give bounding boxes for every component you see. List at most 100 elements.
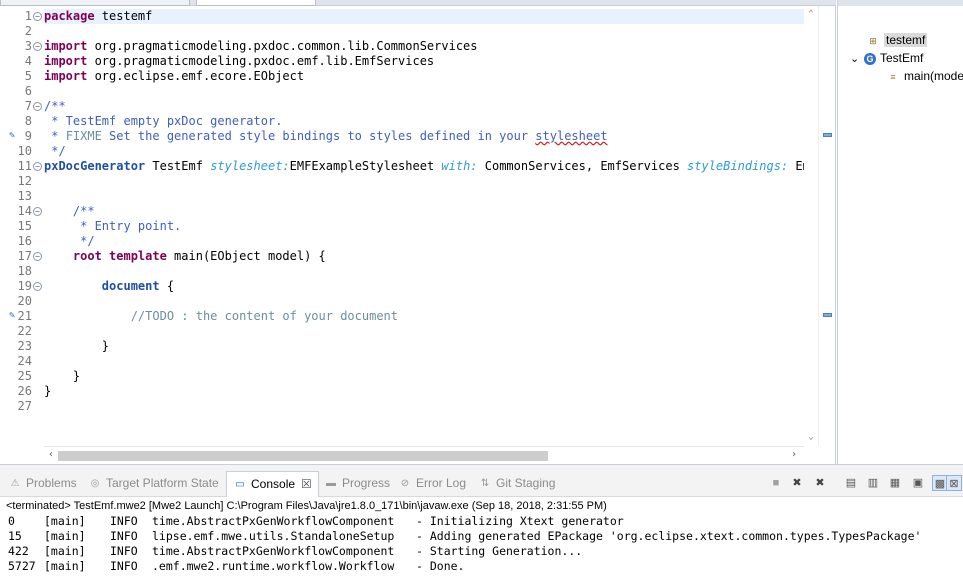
outline-item[interactable]: ⊞ testemf — [866, 32, 928, 48]
tab-problems[interactable]: ⚠ Problems — [8, 473, 77, 493]
fold-toggle-icon[interactable]: − — [33, 252, 42, 261]
console-thread: [main] — [44, 544, 86, 558]
tab-label: Console — [251, 477, 296, 491]
console-thread: [main] — [44, 514, 86, 528]
code-editor[interactable]: 1−2 3−4 5 6 7−8 9 ✎ 10 11−12 13 14−15 16 17−18 19−20 2… — [0, 6, 836, 464]
scroll-right-icon[interactable]: › — [788, 449, 800, 461]
console-thread: [main] — [44, 529, 86, 543]
tab-console[interactable]: ▭ Console ☒ — [226, 471, 319, 497]
code-line[interactable]: */ — [44, 234, 94, 249]
console-line-number: 5727 — [8, 559, 36, 573]
code-line[interactable]: } — [44, 384, 51, 399]
chevron-down-icon[interactable]: ⌄ — [850, 51, 864, 67]
task-marker[interactable] — [823, 133, 832, 137]
code-token: * TestEmf empty pxDoc generator. — [44, 114, 283, 128]
line-gutter: 10 — [0, 144, 44, 159]
outline-item[interactable]: ⌄ G TestEmf — [850, 50, 923, 66]
scroll-left-icon[interactable]: ‹ — [45, 449, 57, 461]
clear-console-icon[interactable]: ▤ — [843, 475, 859, 491]
template-icon: ≡ — [890, 71, 896, 82]
console-line[interactable]: 0 [main] INFO time.AbstractPxGenWorkflowCom… — [8, 514, 624, 529]
line-gutter: 24 — [0, 354, 44, 369]
fold-toggle-icon[interactable]: − — [33, 102, 42, 111]
tab-target-platform-state[interactable]: ◎ Target Platform State — [88, 473, 219, 493]
code-token: //TODO : the content of your document — [44, 309, 399, 323]
code-line[interactable]: pxDocGenerator TestEmf stylesheet:EMFExa… — [44, 159, 804, 174]
console-message: - Initializing Xtext generator — [416, 514, 624, 528]
line-gutter: 18 — [0, 264, 44, 279]
console-line[interactable]: 5727 [main] INFO .emf.mwe2.runtime.workflow… — [8, 559, 464, 574]
outline-item-label: TestEmf — [880, 51, 924, 65]
code-line[interactable]: } — [44, 369, 80, 384]
remove-all-terminated-icon[interactable]: ✖ — [812, 475, 828, 491]
tab-error-log[interactable]: ⊘ Error Log — [398, 473, 466, 493]
outline-item-label: main(mode — [904, 69, 963, 83]
code-line[interactable]: /** — [44, 204, 95, 219]
word-wrap-icon[interactable]: ▦ — [887, 475, 903, 491]
task-marker-icon[interactable]: ✎ — [6, 310, 18, 322]
line-gutter: 13 — [0, 189, 44, 204]
code-line[interactable]: document { — [44, 279, 174, 294]
code-line[interactable]: //TODO : the content of your document — [44, 309, 398, 324]
code-line[interactable]: import org.eclipse.emf.ecore.EObject — [44, 69, 304, 84]
task-marker[interactable] — [823, 313, 832, 317]
fold-toggle-icon[interactable]: − — [33, 12, 42, 21]
editor-vertical-scrollbar[interactable]: ⌃ ⌄ — [804, 6, 818, 446]
line-gutter: 8 — [0, 114, 44, 129]
tab-git-staging[interactable]: ⇅ Git Staging — [478, 473, 556, 493]
fold-toggle-icon[interactable]: − — [33, 42, 42, 51]
scroll-lock-icon[interactable]: ▥ — [865, 475, 881, 491]
console-terminated-label: <terminated> TestEmf.mwe2 [Mwe2 Launch] … — [6, 500, 607, 512]
open-console-icon[interactable]: ⊠ — [946, 475, 962, 491]
remove-launch-icon[interactable]: ✖ — [789, 475, 805, 491]
code-line[interactable]: * FIXME Set the generated style bindings… — [44, 129, 607, 144]
line-number: 22 — [17, 324, 32, 338]
code-line[interactable]: package testemf — [44, 9, 804, 24]
code-line[interactable]: */ — [44, 144, 65, 159]
line-gutter: 16 — [0, 234, 44, 249]
code-token: Set the generated style bindings to styl… — [101, 129, 536, 143]
code-token: { — [159, 279, 175, 293]
fold-toggle-icon[interactable]: − — [33, 282, 42, 291]
task-marker-icon[interactable]: ✎ — [6, 130, 18, 142]
tab-progress[interactable]: ▬ Progress — [324, 473, 390, 493]
editor-horizontal-scrollbar[interactable]: ‹ › — [44, 446, 804, 463]
overview-ruler[interactable] — [818, 6, 835, 446]
horizontal-scroll-thumb[interactable] — [58, 451, 548, 461]
pin-console-icon[interactable]: ▣ — [910, 475, 926, 491]
code-token: root template — [72, 249, 167, 263]
line-number-ruler: 1−2 3−4 5 6 7−8 9 ✎ 10 11−12 13 14−15 16 17−18 19−20 2… — [0, 6, 44, 446]
line-gutter: 4 — [0, 54, 44, 69]
console-line[interactable]: 15 [main] INFO lipse.emf.mwe.utils.Standalo… — [8, 529, 921, 544]
code-token: import — [44, 69, 88, 83]
code-token: org.pragmaticmodeling.pxdoc.emf.lib.EmfS… — [87, 54, 435, 68]
line-number: 6 — [24, 84, 32, 98]
code-line[interactable]: root template main(EObject model) { — [44, 249, 326, 264]
line-number: 14 — [17, 204, 32, 218]
code-token: FIXME — [65, 129, 102, 143]
code-line[interactable]: * Entry point. — [44, 219, 181, 234]
line-gutter: 7− — [0, 99, 44, 114]
code-line[interactable]: import org.pragmaticmodeling.pxdoc.emf.l… — [44, 54, 434, 69]
code-line[interactable]: import org.pragmaticmodeling.pxdoc.commo… — [44, 39, 478, 54]
console-line[interactable]: 422 [main] INFO time.AbstractPxGenWorkflowC… — [8, 544, 582, 559]
code-token: testemf — [94, 9, 153, 23]
code-line[interactable]: * TestEmf empty pxDoc generator. — [44, 114, 282, 129]
line-number: 23 — [17, 339, 32, 353]
line-number: 11 — [17, 159, 32, 173]
fold-toggle-icon[interactable]: − — [33, 207, 42, 216]
console-level: INFO — [110, 544, 138, 558]
target-platform-icon: ◎ — [90, 477, 100, 489]
code-line[interactable]: /** — [44, 99, 66, 114]
outline-item[interactable]: ≡ main(mode — [886, 68, 963, 84]
scroll-down-icon[interactable]: ⌄ — [805, 431, 817, 443]
generator-class-icon: G — [864, 52, 876, 65]
line-number: 7 — [24, 99, 32, 113]
fold-toggle-icon[interactable]: − — [33, 162, 42, 171]
code-line[interactable]: } — [44, 339, 109, 354]
console-thread: [main] — [44, 559, 86, 573]
close-icon[interactable]: ☒ — [301, 477, 312, 491]
scroll-up-icon[interactable]: ⌃ — [805, 8, 817, 20]
code-area[interactable]: package testemf import org.pragmaticmodel… — [44, 6, 804, 446]
terminate-icon[interactable]: ■ — [768, 475, 784, 491]
